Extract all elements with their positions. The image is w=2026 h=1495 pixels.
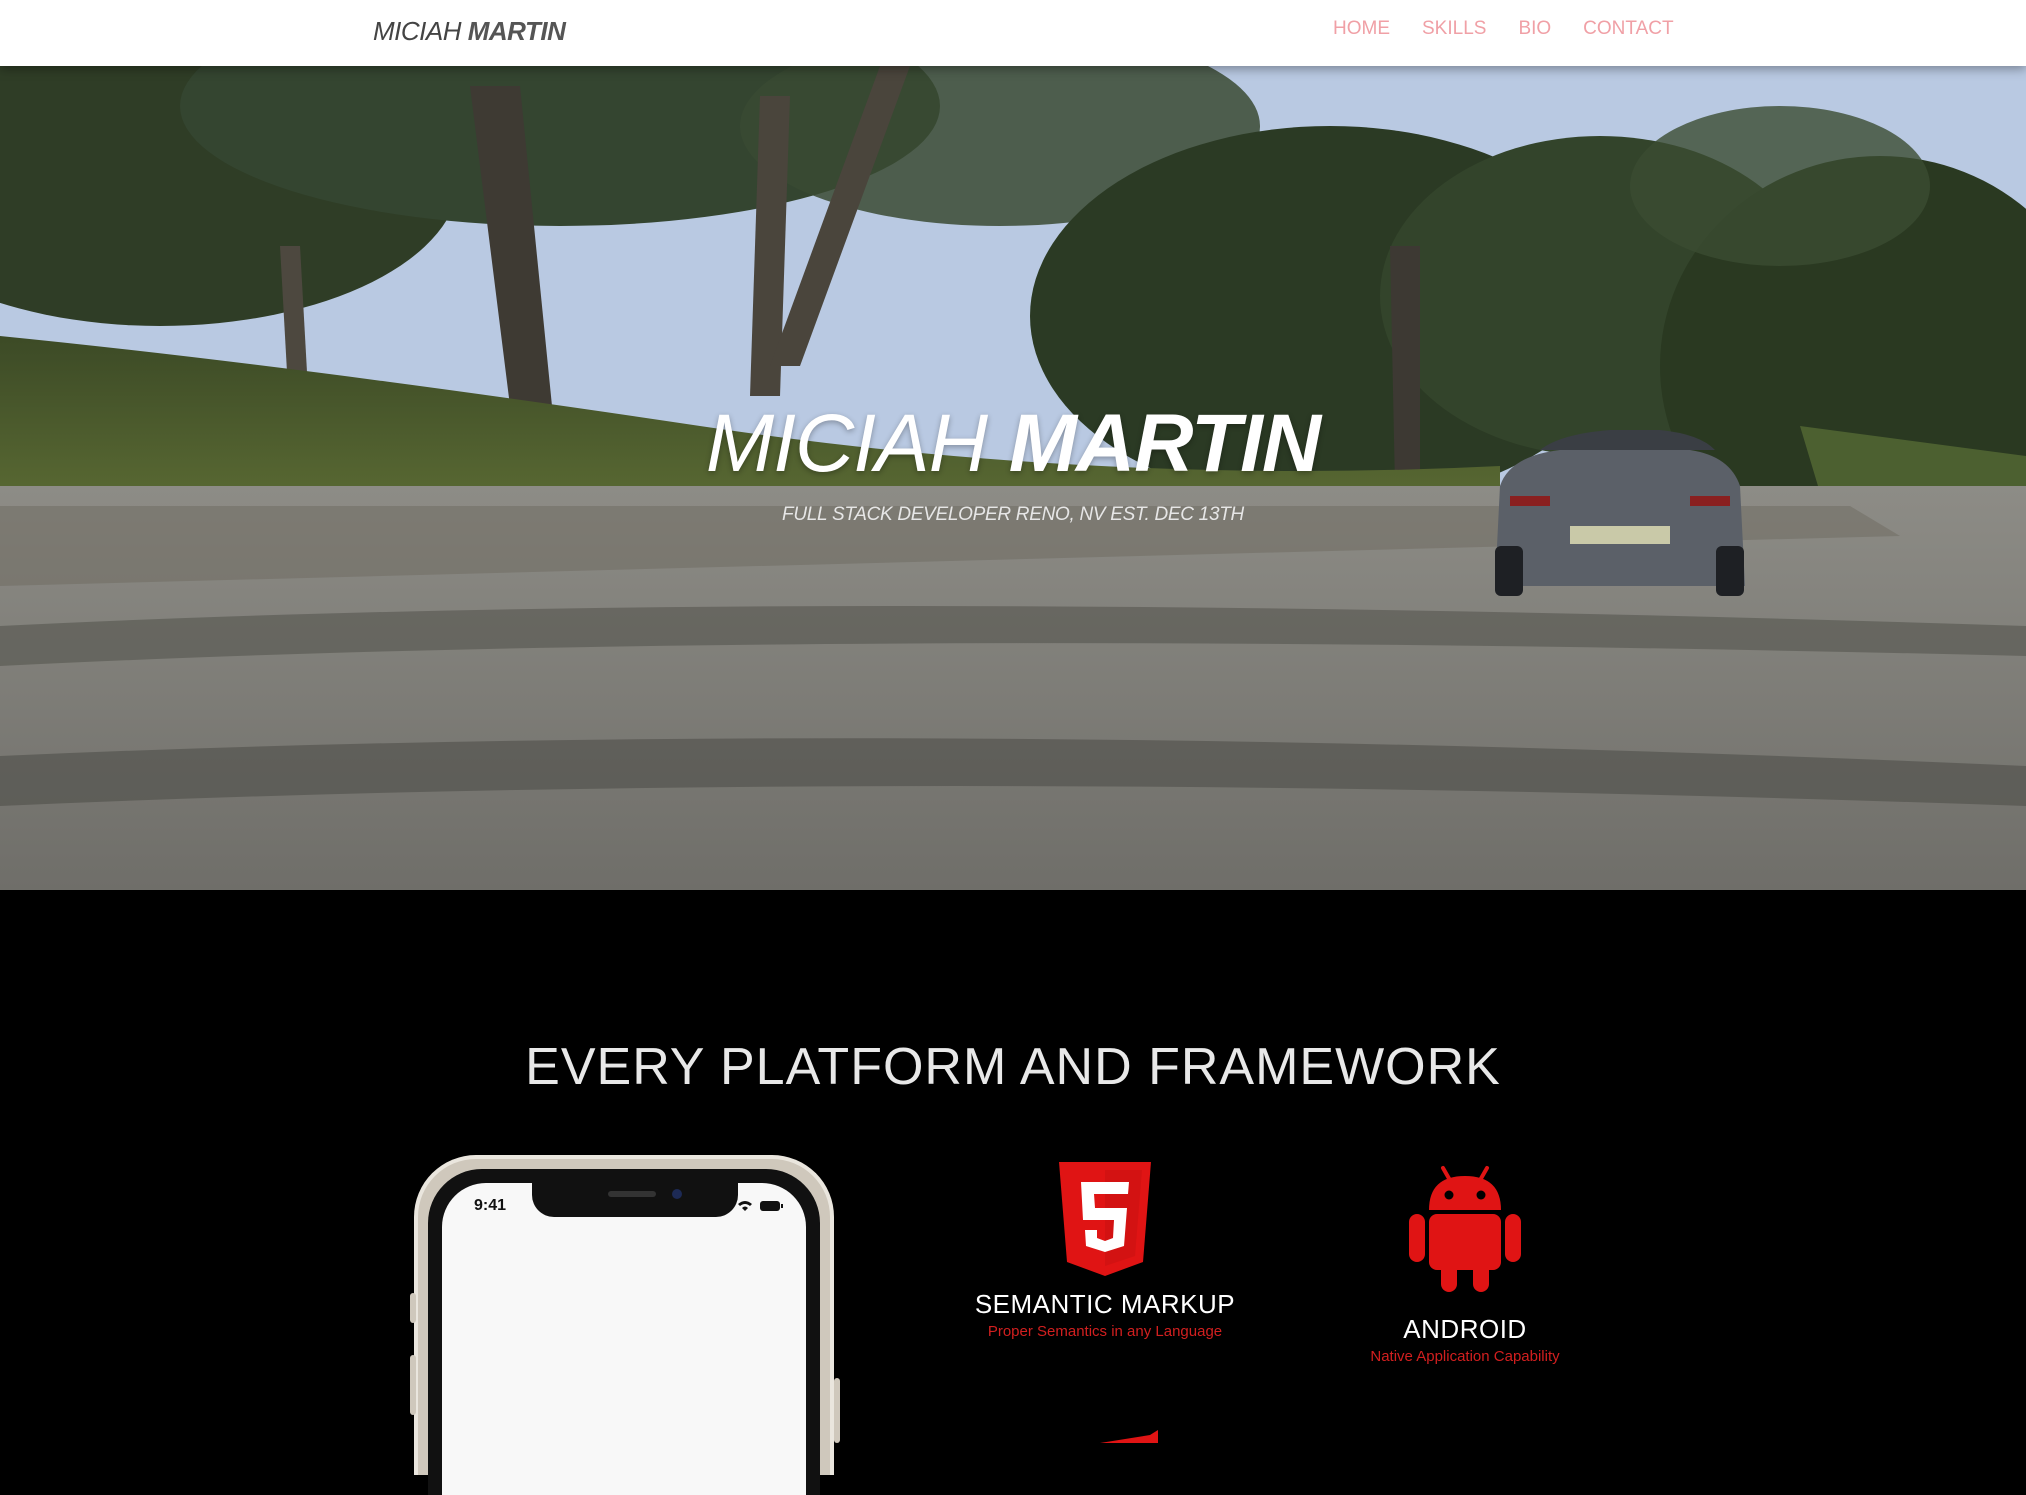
- phone-screen: 9:41: [442, 1183, 806, 1495]
- logo-last-name: MARTIN: [467, 16, 566, 46]
- phone-mockup: 9:41: [414, 1155, 834, 1495]
- partial-feature-icon: [1100, 1430, 1158, 1443]
- nav-skills-link[interactable]: SKILLS: [1422, 18, 1486, 40]
- hero-title: MICIAH MARTIN: [0, 396, 2026, 492]
- phone-side-button-3: [834, 1378, 840, 1443]
- platforms-heading: EVERY PLATFORM AND FRAMEWORK: [525, 1038, 1501, 1096]
- nav-contact-link[interactable]: CONTACT: [1583, 18, 1673, 40]
- hero-section: MICIAH MARTIN FULL STACK DEVELOPER RENO,…: [0, 66, 2026, 890]
- site-logo[interactable]: MICIAH MARTIN: [373, 16, 566, 46]
- feature-android: ANDROID Native Application Capability: [1315, 1164, 1615, 1366]
- phone-status-time: 9:41: [474, 1197, 507, 1214]
- speaker-grille: [608, 1191, 656, 1197]
- nav-home-link[interactable]: HOME: [1333, 18, 1390, 40]
- feature-semantic-subtitle: Proper Semantics in any Language: [987, 1323, 1223, 1340]
- front-camera-icon: [672, 1189, 682, 1199]
- feature-android-subtitle: Native Application Capability: [1370, 1348, 1560, 1365]
- phone-notch: [532, 1183, 738, 1217]
- hero-title-first: MICIAH: [705, 398, 988, 489]
- html5-icon: [1059, 1162, 1151, 1276]
- phone-side-button-1: [410, 1293, 416, 1323]
- logo-first-name: MICIAH: [373, 16, 462, 46]
- android-icon: [1409, 1166, 1521, 1292]
- phone-side-button-2: [410, 1355, 416, 1415]
- hero-subtitle: FULL STACK DEVELOPER RENO, NV EST. DEC 1…: [782, 504, 1244, 525]
- main-nav: HOME SKILLS BIO CONTACT: [1333, 18, 1706, 40]
- phone-status-icons: [712, 1199, 783, 1212]
- phone-bezel: 9:41: [428, 1169, 820, 1495]
- top-nav-bar: MICIAH MARTIN HOME SKILLS BIO CONTACT: [0, 0, 2026, 66]
- feature-semantic-markup: SEMANTIC MARKUP Proper Semantics in any …: [955, 1162, 1255, 1341]
- nav-bio-link[interactable]: BIO: [1518, 18, 1551, 40]
- hero-title-last: MARTIN: [1008, 398, 1321, 489]
- feature-android-title: ANDROID: [1403, 1314, 1527, 1344]
- feature-semantic-title: SEMANTIC MARKUP: [974, 1289, 1236, 1319]
